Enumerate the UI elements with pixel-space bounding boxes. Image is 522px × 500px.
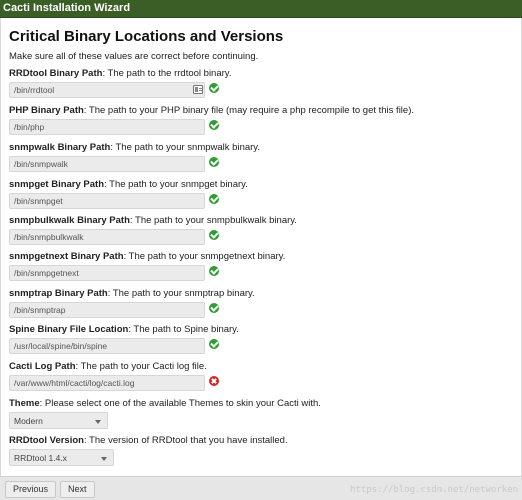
chevron-down-icon bbox=[95, 420, 101, 424]
field-label: Theme: Please select one of the availabl… bbox=[9, 398, 321, 409]
intro-text: Make sure all of these values are correc… bbox=[9, 51, 259, 62]
check-ok-icon bbox=[209, 83, 219, 93]
wizard-footer: Previous Next https://blog.csdn.net/netw… bbox=[0, 476, 522, 500]
field-rrdtool-version: RRDtool Version: The version of RRDtool … bbox=[9, 435, 514, 467]
snmpwalk-path-input[interactable]: /bin/snmpwalk bbox=[9, 156, 205, 172]
file-browse-icon[interactable] bbox=[193, 85, 203, 94]
watermark-text: https://blog.csdn.net/networken bbox=[350, 485, 518, 495]
theme-selected-value: Modern bbox=[14, 416, 43, 426]
snmpbulkwalk-path-input[interactable]: /bin/snmpbulkwalk bbox=[9, 229, 205, 245]
field-spine-path: Spine Binary File Location: The path to … bbox=[9, 324, 514, 354]
theme-select[interactable]: Modern bbox=[9, 412, 108, 429]
field-php-path: PHP Binary Path: The path to your PHP bi… bbox=[9, 105, 514, 135]
field-label: snmptrap Binary Path: The path to your s… bbox=[9, 288, 255, 299]
field-label: PHP Binary Path: The path to your PHP bi… bbox=[9, 105, 414, 116]
field-snmpgetnext-path: snmpgetnext Binary Path: The path to you… bbox=[9, 251, 514, 281]
field-snmpbulkwalk-path: snmpbulkwalk Binary Path: The path to yo… bbox=[9, 215, 514, 245]
field-theme: Theme: Please select one of the availabl… bbox=[9, 398, 514, 430]
check-ok-icon bbox=[209, 194, 219, 204]
field-snmptrap-path: snmptrap Binary Path: The path to your s… bbox=[9, 288, 514, 318]
window-titlebar: Cacti Installation Wizard bbox=[0, 0, 522, 18]
field-label: Cacti Log Path: The path to your Cacti l… bbox=[9, 361, 207, 372]
rrdtool-version-select[interactable]: RRDtool 1.4.x bbox=[9, 449, 114, 466]
snmpgetnext-path-input[interactable]: /bin/snmpgetnext bbox=[9, 265, 205, 281]
error-icon bbox=[209, 376, 219, 386]
chevron-down-icon bbox=[101, 457, 107, 461]
rrdtool-version-selected-value: RRDtool 1.4.x bbox=[14, 453, 67, 463]
field-label: snmpget Binary Path: The path to your sn… bbox=[9, 179, 248, 190]
php-path-input[interactable]: /bin/php bbox=[9, 119, 205, 135]
check-ok-icon bbox=[209, 266, 219, 276]
check-ok-icon bbox=[209, 157, 219, 167]
page-title: Critical Binary Locations and Versions bbox=[9, 28, 284, 45]
field-rrdtool-path: RRDtool Binary Path: The path to the rrd… bbox=[9, 68, 514, 98]
next-button[interactable]: Next bbox=[60, 481, 95, 498]
field-label: snmpwalk Binary Path: The path to your s… bbox=[9, 142, 260, 153]
check-ok-icon bbox=[209, 303, 219, 313]
field-label: RRDtool Version: The version of RRDtool … bbox=[9, 435, 288, 446]
field-cacti-log-path: Cacti Log Path: The path to your Cacti l… bbox=[9, 361, 514, 391]
cacti-log-path-input[interactable]: /var/www/html/cacti/log/cacti.log bbox=[9, 375, 205, 391]
field-label: snmpbulkwalk Binary Path: The path to yo… bbox=[9, 215, 297, 226]
field-label: Spine Binary File Location: The path to … bbox=[9, 324, 239, 335]
field-label: snmpgetnext Binary Path: The path to you… bbox=[9, 251, 286, 262]
check-ok-icon bbox=[209, 339, 219, 349]
wizard-content: Critical Binary Locations and Versions M… bbox=[0, 18, 522, 476]
spine-path-input[interactable]: /usr/local/spine/bin/spine bbox=[9, 338, 205, 354]
snmptrap-path-input[interactable]: /bin/snmptrap bbox=[9, 302, 205, 318]
check-ok-icon bbox=[209, 120, 219, 130]
previous-button[interactable]: Previous bbox=[5, 481, 57, 498]
field-label: RRDtool Binary Path: The path to the rrd… bbox=[9, 68, 232, 79]
check-ok-icon bbox=[209, 230, 219, 240]
field-snmpget-path: snmpget Binary Path: The path to your sn… bbox=[9, 179, 514, 209]
snmpget-path-input[interactable]: /bin/snmpget bbox=[9, 193, 205, 209]
rrdtool-path-input[interactable]: /bin/rrdtool bbox=[9, 82, 205, 98]
window-title: Cacti Installation Wizard bbox=[3, 2, 131, 14]
field-snmpwalk-path: snmpwalk Binary Path: The path to your s… bbox=[9, 142, 514, 172]
